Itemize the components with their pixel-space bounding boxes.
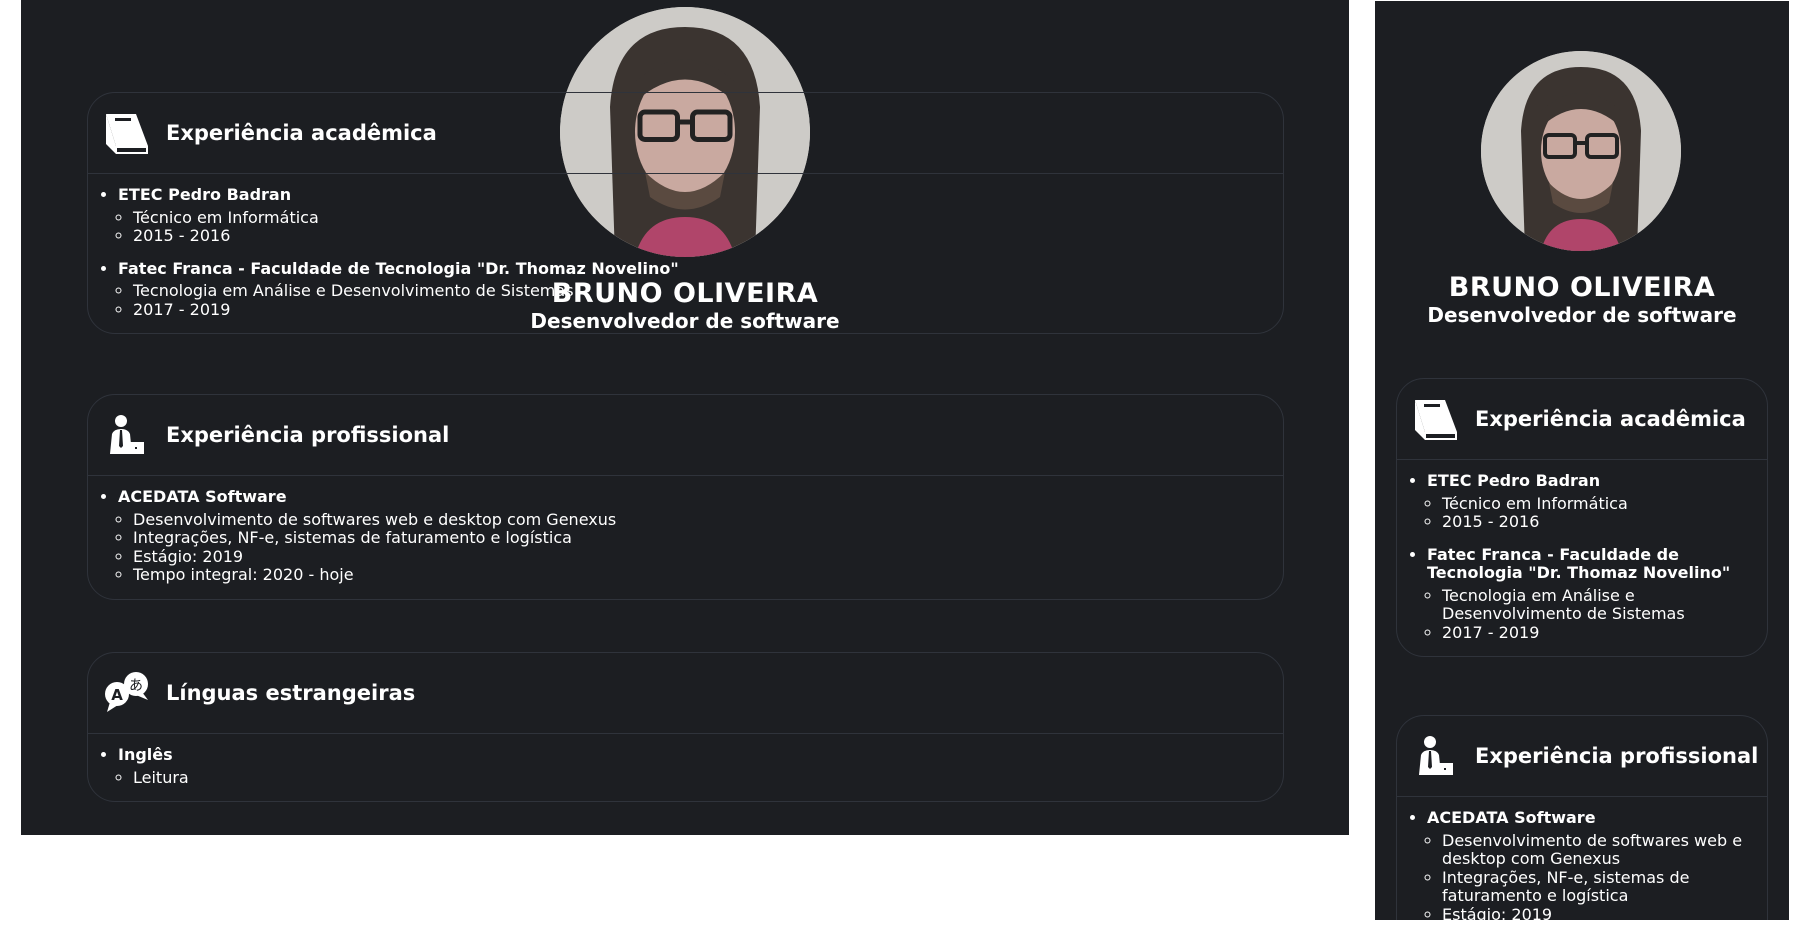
section-header: Aあ Línguas estrangeiras (88, 653, 1283, 734)
section-body: Inglês Leitura (88, 734, 1283, 801)
entry-detail: 2015 - 2016 (133, 226, 1269, 246)
section-body: ACEDATA Software Desenvolvimento de softw… (1397, 797, 1767, 920)
list-item: ACEDATA Software Desenvolvimento de softw… (118, 487, 1269, 585)
profile-heading: BRUNO OLIVEIRA Desenvolvedor de software (1375, 272, 1789, 328)
entry-details: Desenvolvimento de softwares web e deskt… (1427, 831, 1753, 920)
profile-title: Desenvolvedor de software (1427, 303, 1737, 327)
profile-heading: BRUNO OLIVEIRA Desenvolvedor de software (485, 278, 885, 334)
resume-desktop-view: BRUNO OLIVEIRA Desenvolvedor de software… (21, 0, 1349, 835)
section-body: ACEDATA Software Desenvolvimento de softw… (88, 476, 1283, 599)
businessman-laptop-icon (102, 412, 152, 458)
entry-heading: Fatec Franca - Faculdade de Tecnologia "… (1427, 544, 1731, 582)
list-item: ETEC Pedro Badran Técnico em Informática2… (118, 185, 1269, 246)
profile-title: Desenvolvedor de software (530, 309, 840, 333)
section-title: Experiência acadêmica (166, 121, 437, 145)
section-header: Experiência profissional (88, 395, 1283, 476)
section-card: Aあ Línguas estrangeiras Inglês Leitura (87, 652, 1284, 802)
entry-detail: Integrações, NF-e, sistemas de faturamen… (133, 528, 1269, 548)
book-icon (1411, 396, 1461, 442)
entry-heading: ACEDATA Software (118, 487, 287, 506)
entry-heading: Fatec Franca - Faculdade de Tecnologia "… (118, 258, 679, 278)
entry-detail: Integrações, NF-e, sistemas de faturamen… (1442, 868, 1753, 906)
section-title: Experiência profissional (1475, 744, 1759, 768)
entry-list: ACEDATA Software Desenvolvimento de softw… (1411, 808, 1753, 920)
entry-heading: ACEDATA Software (1427, 808, 1596, 827)
entry-heading: ETEC Pedro Badran (118, 185, 292, 204)
entry-detail: 2017 - 2019 (1442, 623, 1753, 643)
section-body: ETEC Pedro BadranTécnico em Informática2… (1397, 460, 1767, 656)
translate-icon: Aあ (102, 670, 152, 716)
profile-name: BRUNO OLIVEIRA (551, 278, 819, 309)
section-header: Experiência acadêmica (88, 93, 1283, 174)
svg-text:あ: あ (129, 678, 143, 694)
section-title: Experiência acadêmica (1475, 407, 1746, 431)
entry-detail: Desenvolvimento de softwares web e deskt… (133, 510, 1269, 530)
book-icon (102, 110, 152, 156)
entry-list: Inglês Leitura (102, 745, 1269, 788)
section-card: Experiência profissional ACEDATA Softwar… (1396, 715, 1768, 920)
section-title: Experiência profissional (166, 423, 450, 447)
profile-name: BRUNO OLIVEIRA (1448, 272, 1716, 303)
entry-details: Tecnologia em Análise e Desenvolvimento … (1427, 586, 1753, 643)
entry-detail: Técnico em Informática (1442, 494, 1753, 514)
section-title: Línguas estrangeiras (166, 681, 416, 705)
section-card: Experiência acadêmica ETEC Pedro Badran T… (1396, 378, 1768, 657)
profile-photo (1481, 51, 1681, 251)
entry-details: Desenvolvimento de softwares web e deskt… (118, 510, 1269, 585)
list-item: Fatec Franca - Faculdade de Tecnologia "… (1427, 544, 1753, 643)
entry-detail: Estágio: 2019 (133, 547, 1269, 567)
entry-list: ACEDATA Software Desenvolvimento de softw… (102, 487, 1269, 585)
entry-heading: ETEC Pedro Badran (1427, 471, 1601, 490)
entry-details: Técnico em Informática2015 - 2016 (1427, 494, 1753, 532)
entry-detail: Desenvolvimento de softwares web e deskt… (1442, 831, 1753, 869)
svg-text:A: A (111, 686, 123, 704)
entry-detail: Estágio: 2019 (1442, 905, 1753, 920)
entry-details: Técnico em Informática2015 - 2016 (118, 208, 1269, 246)
entry-detail: 2015 - 2016 (1442, 512, 1753, 532)
entry-list: ETEC Pedro BadranTécnico em Informática2… (1411, 471, 1753, 643)
entry-details: Leitura (118, 768, 1269, 788)
list-item: Inglês Leitura (118, 745, 1269, 788)
entry-detail: Leitura (133, 768, 1269, 788)
section-card: Experiência profissional ACEDATA Softwar… (87, 394, 1284, 600)
entry-detail: Tecnologia em Análise e Desenvolvimento … (1442, 586, 1753, 624)
entry-detail: Técnico em Informática (133, 208, 1269, 228)
section-header: Experiência profissional (1397, 716, 1767, 797)
list-item: ACEDATA Software Desenvolvimento de softw… (1427, 808, 1753, 920)
list-item: ETEC Pedro Badran Técnico em Informática2… (1427, 471, 1753, 532)
resume-mobile-view: BRUNO OLIVEIRA Desenvolvedor de software… (1375, 1, 1789, 920)
entry-detail: Tempo integral: 2020 - hoje (133, 565, 1269, 585)
section-header: Experiência acadêmica (1397, 379, 1767, 460)
entry-heading: Inglês (118, 745, 173, 764)
businessman-laptop-icon (1411, 733, 1461, 779)
portrait-image (1481, 51, 1681, 251)
